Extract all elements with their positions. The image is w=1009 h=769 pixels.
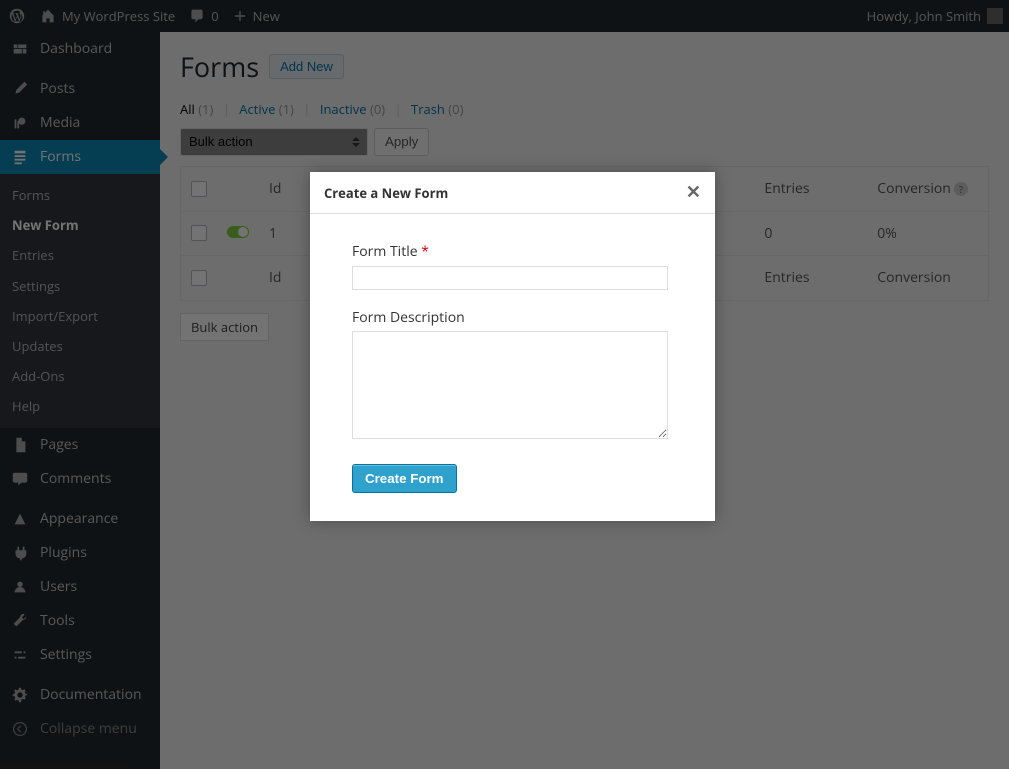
create-form-button[interactable]: Create Form: [352, 464, 457, 493]
form-description-label: Form Description: [352, 308, 673, 328]
form-title-label: Form Title *: [352, 242, 673, 262]
close-icon[interactable]: ✕: [686, 180, 701, 205]
modal-title: Create a New Form: [324, 184, 448, 202]
form-description-textarea[interactable]: [352, 331, 668, 439]
form-title-input[interactable]: [352, 266, 668, 290]
new-form-modal: Create a New Form ✕ Form Title * Form De…: [310, 172, 715, 521]
